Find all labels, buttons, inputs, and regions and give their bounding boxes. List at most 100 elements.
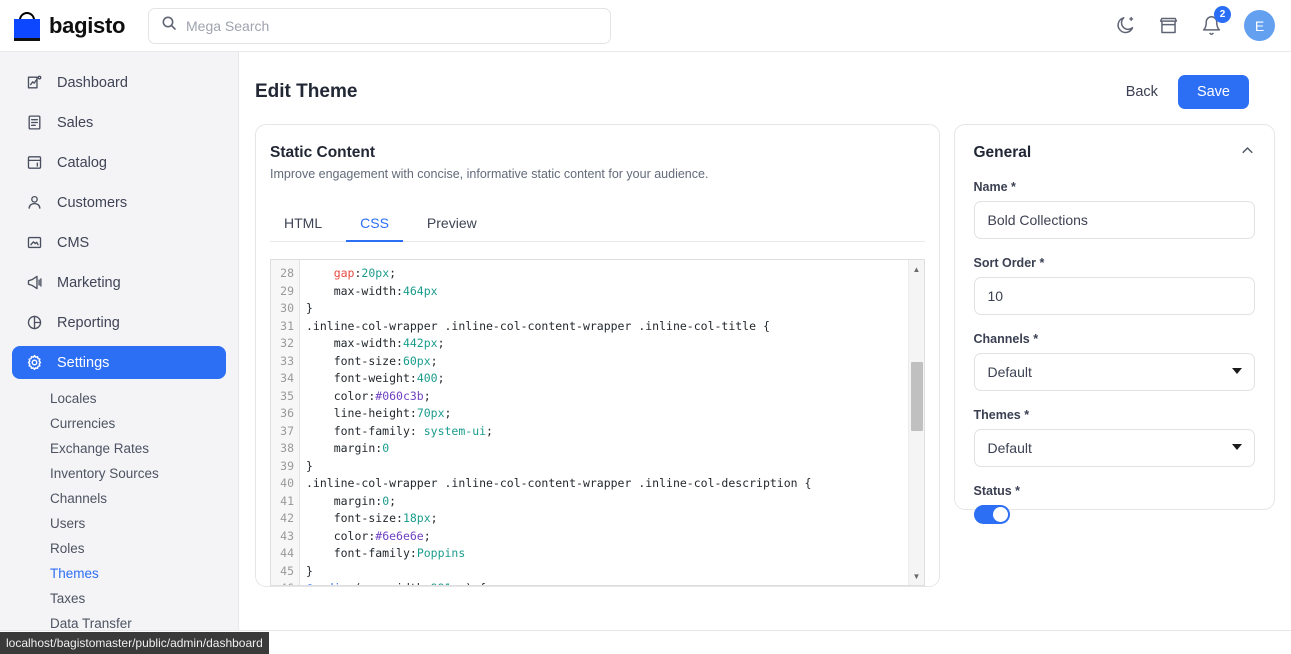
sidebar-subitem-data-transfer[interactable]: Data Transfer	[0, 611, 238, 630]
sidebar-subitem-currencies[interactable]: Currencies	[0, 411, 238, 436]
status-toggle-knob	[992, 507, 1008, 522]
marketing-icon	[25, 273, 44, 292]
tab-html[interactable]: HTML	[270, 209, 336, 242]
field-sort-order: Sort Order *	[973, 256, 1255, 315]
sidebar-subitem-inventory-sources[interactable]: Inventory Sources	[0, 461, 238, 486]
static-content-title: Static Content	[270, 144, 376, 161]
field-status: Status *	[973, 484, 1256, 524]
field-label-sort-order: Sort Order *	[973, 256, 1045, 270]
code-line[interactable]: .inline-col-wrapper .inline-col-content-…	[306, 318, 924, 336]
code-line[interactable]: gap:20px;	[306, 265, 924, 283]
search-box[interactable]	[148, 7, 611, 44]
code-line[interactable]: line-height:70px;	[306, 405, 924, 423]
themes-select[interactable]	[973, 429, 1255, 467]
sidebar-subitem-themes[interactable]: Themes	[0, 561, 238, 586]
save-button[interactable]: Save	[1177, 75, 1249, 109]
code-line[interactable]: font-family: system-ui;	[306, 423, 924, 441]
page-header: Edit Theme Back Save	[239, 52, 1291, 114]
line-number: 45	[280, 563, 294, 578]
sidebar-item-label: Reporting	[57, 314, 120, 331]
field-channels: Channels *	[973, 332, 1255, 391]
code-line[interactable]: max-width:442px;	[306, 335, 924, 353]
sort-order-input[interactable]	[973, 277, 1255, 315]
field-name: Name *	[973, 180, 1255, 239]
dashboard-icon	[25, 73, 44, 92]
line-number: 46	[271, 580, 299, 585]
bell-icon[interactable]: 2	[1201, 6, 1231, 36]
avatar[interactable]: E	[1244, 10, 1275, 41]
themes-select-wrapper[interactable]	[973, 429, 1255, 467]
cms-icon	[25, 233, 44, 252]
status-toggle[interactable]	[973, 505, 1010, 524]
sidebar-item-catalog[interactable]: Catalog	[12, 146, 226, 179]
sidebar-item-marketing[interactable]: Marketing	[12, 266, 226, 299]
name-input[interactable]	[973, 201, 1255, 239]
page-header-actions: Back Save	[1126, 75, 1249, 109]
scroll-down-arrow[interactable]: ▼	[909, 568, 924, 584]
header-actions: 2 E	[1115, 6, 1291, 41]
sidebar-item-settings[interactable]: Settings	[12, 346, 226, 379]
brand-logo[interactable]: bagisto	[0, 11, 140, 41]
line-number: 36	[280, 406, 294, 420]
line-number: 39	[280, 458, 294, 473]
chevron-up-icon[interactable]	[1240, 143, 1255, 163]
code-line[interactable]: color:#6e6e6e;	[306, 528, 924, 546]
content-row: Static Content Improve engagement with c…	[239, 114, 1291, 587]
line-number: 42	[280, 511, 294, 525]
general-panel: General Name * Sort Order * Channels *	[953, 124, 1275, 524]
tab-css[interactable]: CSS	[346, 209, 403, 242]
code-area[interactable]: gap:20px; max-width:464px} .inline-col-wr…	[300, 260, 924, 585]
sidebar-item-cms[interactable]: CMS	[12, 226, 226, 259]
general-panel-header[interactable]: General	[974, 143, 1256, 163]
code-line[interactable]: }	[306, 563, 924, 581]
code-line[interactable]: }	[306, 458, 924, 476]
code-line[interactable]: font-weight:400;	[306, 370, 924, 388]
line-number: 31	[280, 318, 294, 333]
moon-star-icon[interactable]	[1115, 15, 1136, 36]
code-line[interactable]: .inline-col-wrapper .inline-col-content-…	[306, 475, 924, 493]
scrollbar-thumb[interactable]	[910, 362, 923, 431]
sidebar-subitem-users[interactable]: Users	[0, 511, 238, 536]
code-line[interactable]: font-size:60px;	[306, 353, 924, 371]
sidebar-subitem-exchange-rates[interactable]: Exchange Rates	[0, 436, 238, 461]
line-number: 29	[280, 283, 294, 298]
store-icon[interactable]	[1158, 15, 1179, 36]
editor-vertical-scrollbar[interactable]: ▲ ▼	[907, 260, 924, 585]
sidebar-item-reporting[interactable]: Reporting	[12, 306, 226, 339]
code-line[interactable]: max-width:464px	[306, 283, 924, 301]
sidebar-subitem-locales[interactable]: Locales	[0, 386, 238, 411]
notification-badge: 2	[1214, 6, 1231, 23]
line-number-gutter: 28 29 30 31 32 33 34 35 36 37 38 39 40 41 42 43 44 45 46	[271, 260, 300, 585]
sidebar-subitem-channels[interactable]: Channels	[0, 486, 238, 511]
back-button[interactable]: Back	[1126, 84, 1158, 100]
search-input[interactable]	[186, 17, 598, 34]
tab-preview[interactable]: Preview	[413, 209, 491, 242]
line-number: 33	[280, 353, 294, 368]
code-line[interactable]: }	[306, 300, 924, 318]
sidebar-item-label: Marketing	[57, 274, 121, 291]
static-content-card: Static Content Improve engagement with c…	[255, 124, 940, 587]
sidebar: Dashboard Sales Catalog Customers CMS Ma…	[0, 52, 239, 630]
field-themes: Themes *	[973, 408, 1255, 467]
sidebar-subitem-taxes[interactable]: Taxes	[0, 586, 238, 611]
css-code-editor[interactable]: 28 29 30 31 32 33 34 35 36 37 38 39 40 41 42 43 44 45 46 g…	[270, 259, 925, 586]
line-number: 41	[280, 493, 294, 508]
field-label-status: Status *	[973, 484, 1021, 498]
channels-select[interactable]	[973, 353, 1255, 391]
code-line[interactable]: margin:0	[306, 440, 924, 458]
sidebar-item-sales[interactable]: Sales	[12, 106, 226, 139]
code-line[interactable]: font-size:18px;	[306, 510, 924, 528]
code-line[interactable]: @media (max-width:991px) {	[306, 580, 924, 585]
sidebar-subitem-roles[interactable]: Roles	[0, 536, 238, 561]
line-number: 38	[280, 441, 294, 455]
sidebar-item-dashboard[interactable]: Dashboard	[12, 66, 226, 99]
main-content: Edit Theme Back Save Static Content Impr…	[239, 52, 1291, 630]
code-line[interactable]: color:#060c3b;	[306, 388, 924, 406]
sidebar-item-label: Customers	[57, 194, 128, 211]
code-line[interactable]: font-family:Poppins	[306, 545, 924, 563]
code-line[interactable]: margin:0;	[306, 493, 924, 511]
sidebar-item-customers[interactable]: Customers	[12, 186, 226, 219]
customers-icon	[25, 193, 44, 212]
channels-select-wrapper[interactable]	[973, 353, 1255, 391]
scroll-up-arrow[interactable]: ▲	[909, 261, 924, 277]
